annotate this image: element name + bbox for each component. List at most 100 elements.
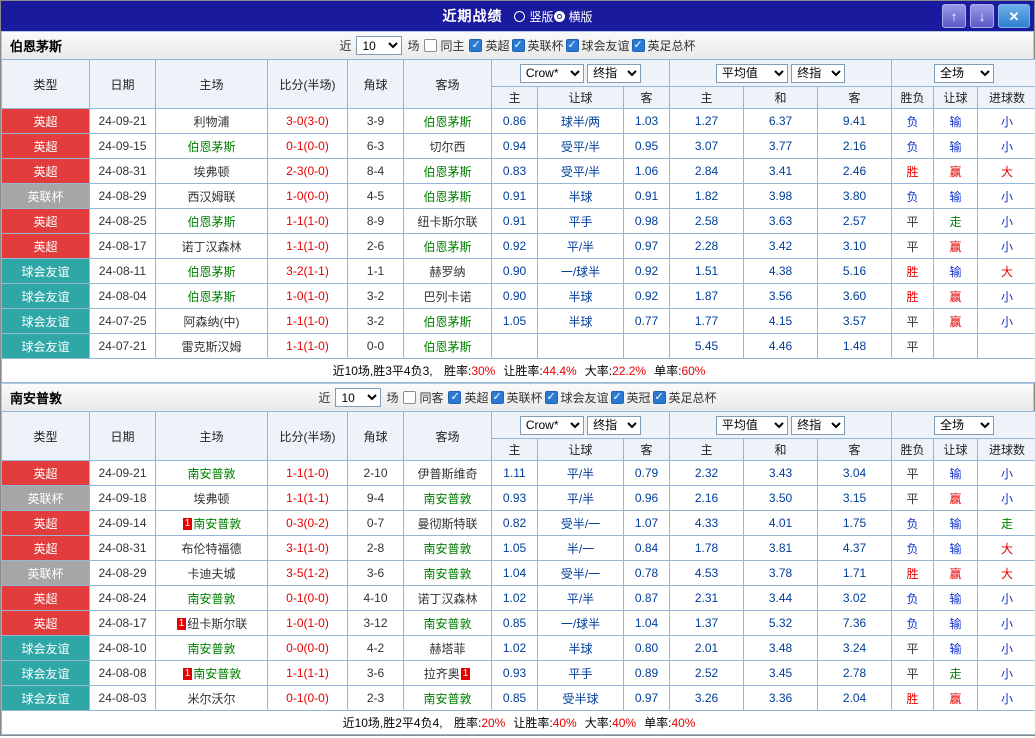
match-date: 24-08-31	[90, 159, 156, 184]
league-checkbox[interactable]	[611, 391, 624, 404]
avg-home: 1.78	[670, 536, 744, 561]
odds-mode-select[interactable]: 终指	[587, 416, 641, 435]
league-filter[interactable]: 英超	[469, 37, 509, 54]
result-wdl: 平	[892, 334, 934, 359]
odds-group-header: Crow* 终指	[492, 412, 670, 439]
corner-score: 0-0	[348, 334, 404, 359]
avg-source-select[interactable]: 平均值	[716, 416, 788, 435]
away-team-cell: 拉齐奥1	[404, 661, 492, 686]
same-venue-filter[interactable]: 同主	[424, 37, 464, 54]
layout-radio[interactable]: 竖版	[514, 8, 553, 25]
match-count-select[interactable]: 10	[335, 388, 381, 407]
same-venue-checkbox[interactable]	[424, 39, 437, 52]
odds-mode-select[interactable]: 终指	[587, 64, 641, 83]
home-team: 布伦特福德	[181, 542, 241, 556]
layout-radio[interactable]: 横版	[554, 8, 593, 25]
odds-handicap: 平手	[538, 209, 624, 234]
avg-home: 3.07	[670, 134, 744, 159]
avg-draw: 3.77	[744, 134, 818, 159]
league-checkbox[interactable]	[469, 39, 482, 52]
home-team: 南安普敦	[187, 642, 235, 656]
home-team-cell: 卡迪夫城	[156, 561, 268, 586]
avg-away: 7.36	[818, 611, 892, 636]
same-venue-label: 同主	[440, 37, 464, 54]
league-filter[interactable]: 英超	[448, 389, 488, 406]
close-button[interactable]: ✕	[998, 4, 1030, 28]
result-scope-select[interactable]: 全场	[934, 64, 994, 83]
scroll-up-button[interactable]: ↑	[942, 4, 966, 28]
same-venue-filter[interactable]: 同客	[403, 389, 443, 406]
league-filter[interactable]: 英联杯	[512, 37, 564, 54]
away-team: 伯恩茅斯	[423, 340, 471, 354]
league-filter[interactable]: 英冠	[611, 389, 651, 406]
subcol-header: 客	[624, 439, 670, 461]
result-wdl: 负	[892, 134, 934, 159]
col-header-home: 主场	[156, 412, 268, 461]
away-team-cell: 伯恩茅斯	[404, 184, 492, 209]
corner-score: 9-4	[348, 486, 404, 511]
match-row: 英超24-08-17诺丁汉森林1-1(1-0)2-6伯恩茅斯0.92平/半0.9…	[2, 234, 1035, 259]
match-date: 24-09-14	[90, 511, 156, 536]
summary-stat-label: 单率:	[654, 364, 681, 378]
away-team: 伯恩茅斯	[423, 115, 471, 129]
away-team-cell: 伯恩茅斯	[404, 159, 492, 184]
result-scope-select[interactable]: 全场	[934, 416, 994, 435]
avg-away: 3.57	[818, 309, 892, 334]
radio-selected-icon[interactable]	[554, 11, 565, 22]
match-row: 英联杯24-08-29西汉姆联1-0(0-0)4-5伯恩茅斯0.91半球0.91…	[2, 184, 1035, 209]
result-goals: 大	[978, 159, 1035, 184]
match-date: 24-08-08	[90, 661, 156, 686]
league-checkbox[interactable]	[448, 391, 461, 404]
match-row: 球会友谊24-07-25阿森纳(中)1-1(1-0)3-2伯恩茅斯1.05半球0…	[2, 309, 1035, 334]
league-checkbox-label: 英联杯	[507, 389, 543, 406]
league-filters: 英超 英联杯 球会友谊英冠英足总杯	[448, 389, 716, 406]
corner-score: 1-1	[348, 259, 404, 284]
subcol-header: 主	[670, 439, 744, 461]
avg-away: 4.37	[818, 536, 892, 561]
result-handicap	[934, 334, 978, 359]
scroll-down-button[interactable]: ↓	[970, 4, 994, 28]
league-filter[interactable]: 英足总杯	[653, 389, 717, 406]
home-team: 诺丁汉森林	[181, 240, 241, 254]
avg-home: 2.01	[670, 636, 744, 661]
league-checkbox[interactable]	[566, 39, 579, 52]
odds-home: 1.05	[492, 309, 538, 334]
league-filter[interactable]: 英联杯	[491, 389, 543, 406]
avg-mode-select[interactable]: 终指	[791, 64, 845, 83]
league-filter[interactable]: 球会友谊	[545, 389, 609, 406]
odds-source-select[interactable]: Crow*	[520, 64, 584, 83]
corner-score: 4-10	[348, 586, 404, 611]
league-filter[interactable]: 英足总杯	[632, 37, 696, 54]
away-team-cell: 巴列卡诺	[404, 284, 492, 309]
home-team-cell: 南安普敦	[156, 636, 268, 661]
radio-unselected-icon[interactable]	[514, 11, 525, 22]
league-checkbox[interactable]	[491, 391, 504, 404]
layout-radios: 竖版横版	[514, 8, 592, 25]
corner-score: 2-3	[348, 686, 404, 711]
match-count-select[interactable]: 10	[356, 36, 402, 55]
odds-source-select[interactable]: Crow*	[520, 416, 584, 435]
avg-away: 3.02	[818, 586, 892, 611]
result-handicap: 输	[934, 109, 978, 134]
avg-draw: 4.01	[744, 511, 818, 536]
match-row: 球会友谊24-08-04伯恩茅斯1-0(1-0)3-2巴列卡诺0.90半球0.9…	[2, 284, 1035, 309]
avg-mode-select[interactable]: 终指	[791, 416, 845, 435]
same-venue-checkbox[interactable]	[403, 391, 416, 404]
match-date: 24-09-21	[90, 109, 156, 134]
result-wdl: 负	[892, 586, 934, 611]
match-row: 球会友谊24-08-081南安普敦1-1(1-1)3-6拉齐奥10.93平手0.…	[2, 661, 1035, 686]
match-score: 1-1(1-0)	[268, 234, 348, 259]
league-checkbox[interactable]	[512, 39, 525, 52]
league-filter[interactable]: 球会友谊	[566, 37, 630, 54]
result-group-header: 全场	[892, 60, 1035, 87]
subcol-header: 让球	[934, 439, 978, 461]
league-badge: 英超	[2, 234, 90, 259]
odds-home: 1.05	[492, 536, 538, 561]
league-checkbox[interactable]	[653, 391, 666, 404]
avg-draw: 3.50	[744, 486, 818, 511]
avg-source-select[interactable]: 平均值	[716, 64, 788, 83]
league-checkbox[interactable]	[545, 391, 558, 404]
league-checkbox-label: 球会友谊	[561, 389, 609, 406]
league-checkbox[interactable]	[632, 39, 645, 52]
team-name: 南安普敦	[2, 388, 70, 407]
